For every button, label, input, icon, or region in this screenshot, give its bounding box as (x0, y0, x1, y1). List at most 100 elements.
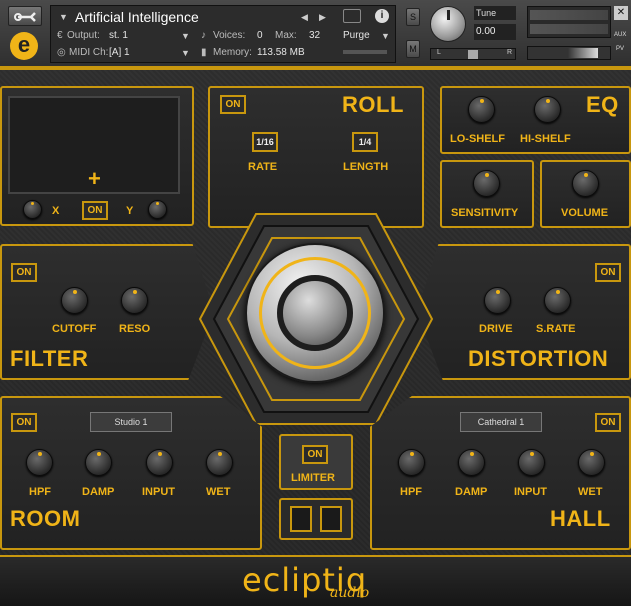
output-value[interactable]: st. 1 (109, 30, 128, 41)
room-preset-selector[interactable]: Studio 1 (90, 412, 172, 432)
roll-rate-label: RATE (248, 161, 278, 173)
memory-icon: ▮ (201, 47, 207, 58)
info-icon[interactable]: i (375, 9, 389, 23)
level-meter-left (530, 10, 608, 20)
cutoff-label: CUTOFF (52, 323, 97, 335)
main-knob-cap (277, 275, 353, 351)
y-label: Y (126, 205, 134, 217)
wrench-icon (14, 12, 36, 22)
purge-button[interactable]: Purge (343, 30, 370, 41)
filter-title: FILTER (10, 346, 89, 371)
limiter-meter-right (320, 506, 342, 532)
hall-preset-selector[interactable]: Cathedral 1 (460, 412, 542, 432)
prev-instrument-icon[interactable]: ◀ (301, 12, 308, 23)
midi-icon: ◎ (57, 47, 66, 58)
hall-wet-knob[interactable] (578, 449, 605, 476)
voices-icon: ♪ (201, 30, 206, 41)
ecliptiq-logo-icon: e (10, 32, 38, 60)
level-meter-right (530, 24, 608, 34)
memory-value: 113.58 MB (257, 47, 305, 58)
hi-shelf-knob[interactable] (534, 96, 561, 123)
room-on-button[interactable]: ON (11, 413, 37, 432)
roll-length-label: LENGTH (343, 161, 389, 173)
pan-right-label: R (507, 49, 513, 56)
distortion-on-button[interactable]: ON (595, 263, 621, 282)
mute-button[interactable]: M (406, 40, 420, 58)
hall-hpf-knob[interactable] (398, 449, 425, 476)
roll-title: ROLL (342, 92, 404, 117)
room-wet-knob[interactable] (206, 449, 233, 476)
hall-title: HALL (550, 506, 611, 531)
srate-knob[interactable] (544, 287, 571, 314)
lo-shelf-label: LO-SHELF (450, 133, 505, 145)
pan-handle[interactable] (468, 50, 478, 59)
x-knob[interactable] (23, 200, 42, 219)
main-knob[interactable] (245, 243, 385, 383)
camera-icon[interactable] (343, 9, 361, 23)
instrument-name[interactable]: Artificial Intelligence (75, 9, 199, 25)
close-icon[interactable]: ✕ (614, 6, 628, 20)
max-value[interactable]: 32 (309, 30, 320, 41)
room-input-knob[interactable] (146, 449, 173, 476)
lo-shelf-knob[interactable] (468, 96, 495, 123)
instrument-info-panel: ▼ Artificial Intelligence ◀ ▶ i € Output… (50, 5, 396, 63)
sensitivity-label: SENSITIVITY (451, 207, 519, 219)
purge-dropdown-icon[interactable]: ▼ (381, 31, 390, 41)
filter-on-button[interactable]: ON (11, 263, 37, 282)
srate-label: S.RATE (536, 323, 576, 335)
drive-label: DRIVE (479, 323, 513, 335)
aux-label[interactable]: AUX (614, 32, 626, 38)
xy-cursor-icon[interactable]: + (88, 168, 101, 190)
room-hpf-label: HPF (29, 486, 51, 498)
tune-value[interactable]: 0.00 (474, 24, 516, 40)
next-instrument-icon[interactable]: ▶ (319, 12, 326, 23)
roll-on-button[interactable]: ON (220, 95, 246, 114)
solo-button[interactable]: S (406, 8, 420, 26)
output-icon: € (57, 30, 63, 41)
reso-knob[interactable] (121, 287, 148, 314)
midi-value[interactable]: [A] 1 (109, 47, 130, 58)
hall-on-button[interactable]: ON (595, 413, 621, 432)
limiter-label: LIMITER (291, 472, 335, 484)
y-knob[interactable] (148, 200, 167, 219)
purge-meter (343, 50, 387, 54)
roll-length-selector[interactable]: 1/4 (352, 132, 378, 152)
pv-label[interactable]: PV (616, 46, 624, 52)
volume-knob[interactable] (572, 170, 599, 197)
level-meter (527, 6, 611, 38)
room-wet-label: WET (206, 486, 231, 498)
hi-shelf-label: HI-SHELF (520, 133, 571, 145)
wrench-button[interactable] (8, 6, 42, 26)
tune-knob-indicator (447, 10, 450, 20)
footer: ecliptiq audio (0, 555, 631, 606)
hall-input-knob[interactable] (518, 449, 545, 476)
instrument-header: e ▼ Artificial Intelligence ◀ ▶ i € Outp… (0, 0, 631, 68)
xy-on-button[interactable]: ON (82, 201, 108, 220)
hall-input-label: INPUT (514, 486, 547, 498)
collapse-arrow-icon[interactable]: ▼ (59, 12, 68, 22)
max-label: Max: (275, 30, 297, 41)
room-hpf-knob[interactable] (26, 449, 53, 476)
room-input-label: INPUT (142, 486, 175, 498)
tune-knob[interactable] (430, 6, 466, 42)
output-dropdown-icon[interactable]: ▼ (181, 31, 190, 41)
limiter-on-button[interactable]: ON (302, 445, 328, 464)
pan-slider[interactable]: L R (430, 48, 516, 60)
hall-damp-knob[interactable] (458, 449, 485, 476)
room-damp-knob[interactable] (85, 449, 112, 476)
hall-wet-label: WET (578, 486, 603, 498)
midi-dropdown-icon[interactable]: ▼ (181, 48, 190, 58)
volume-slider[interactable] (527, 46, 611, 60)
midi-label: MIDI Ch: (69, 47, 109, 58)
roll-rate-selector[interactable]: 1/16 (252, 132, 278, 152)
pan-left-label: L (437, 49, 441, 56)
hall-damp-label: DAMP (455, 486, 488, 498)
brand-sub: audio (330, 585, 370, 601)
sensitivity-knob[interactable] (473, 170, 500, 197)
xy-pad[interactable]: + (8, 96, 180, 194)
voices-value: 0 (257, 30, 263, 41)
voices-label: Voices: (213, 30, 246, 41)
volume-slider-fill (568, 48, 598, 58)
drive-knob[interactable] (484, 287, 511, 314)
cutoff-knob[interactable] (61, 287, 88, 314)
